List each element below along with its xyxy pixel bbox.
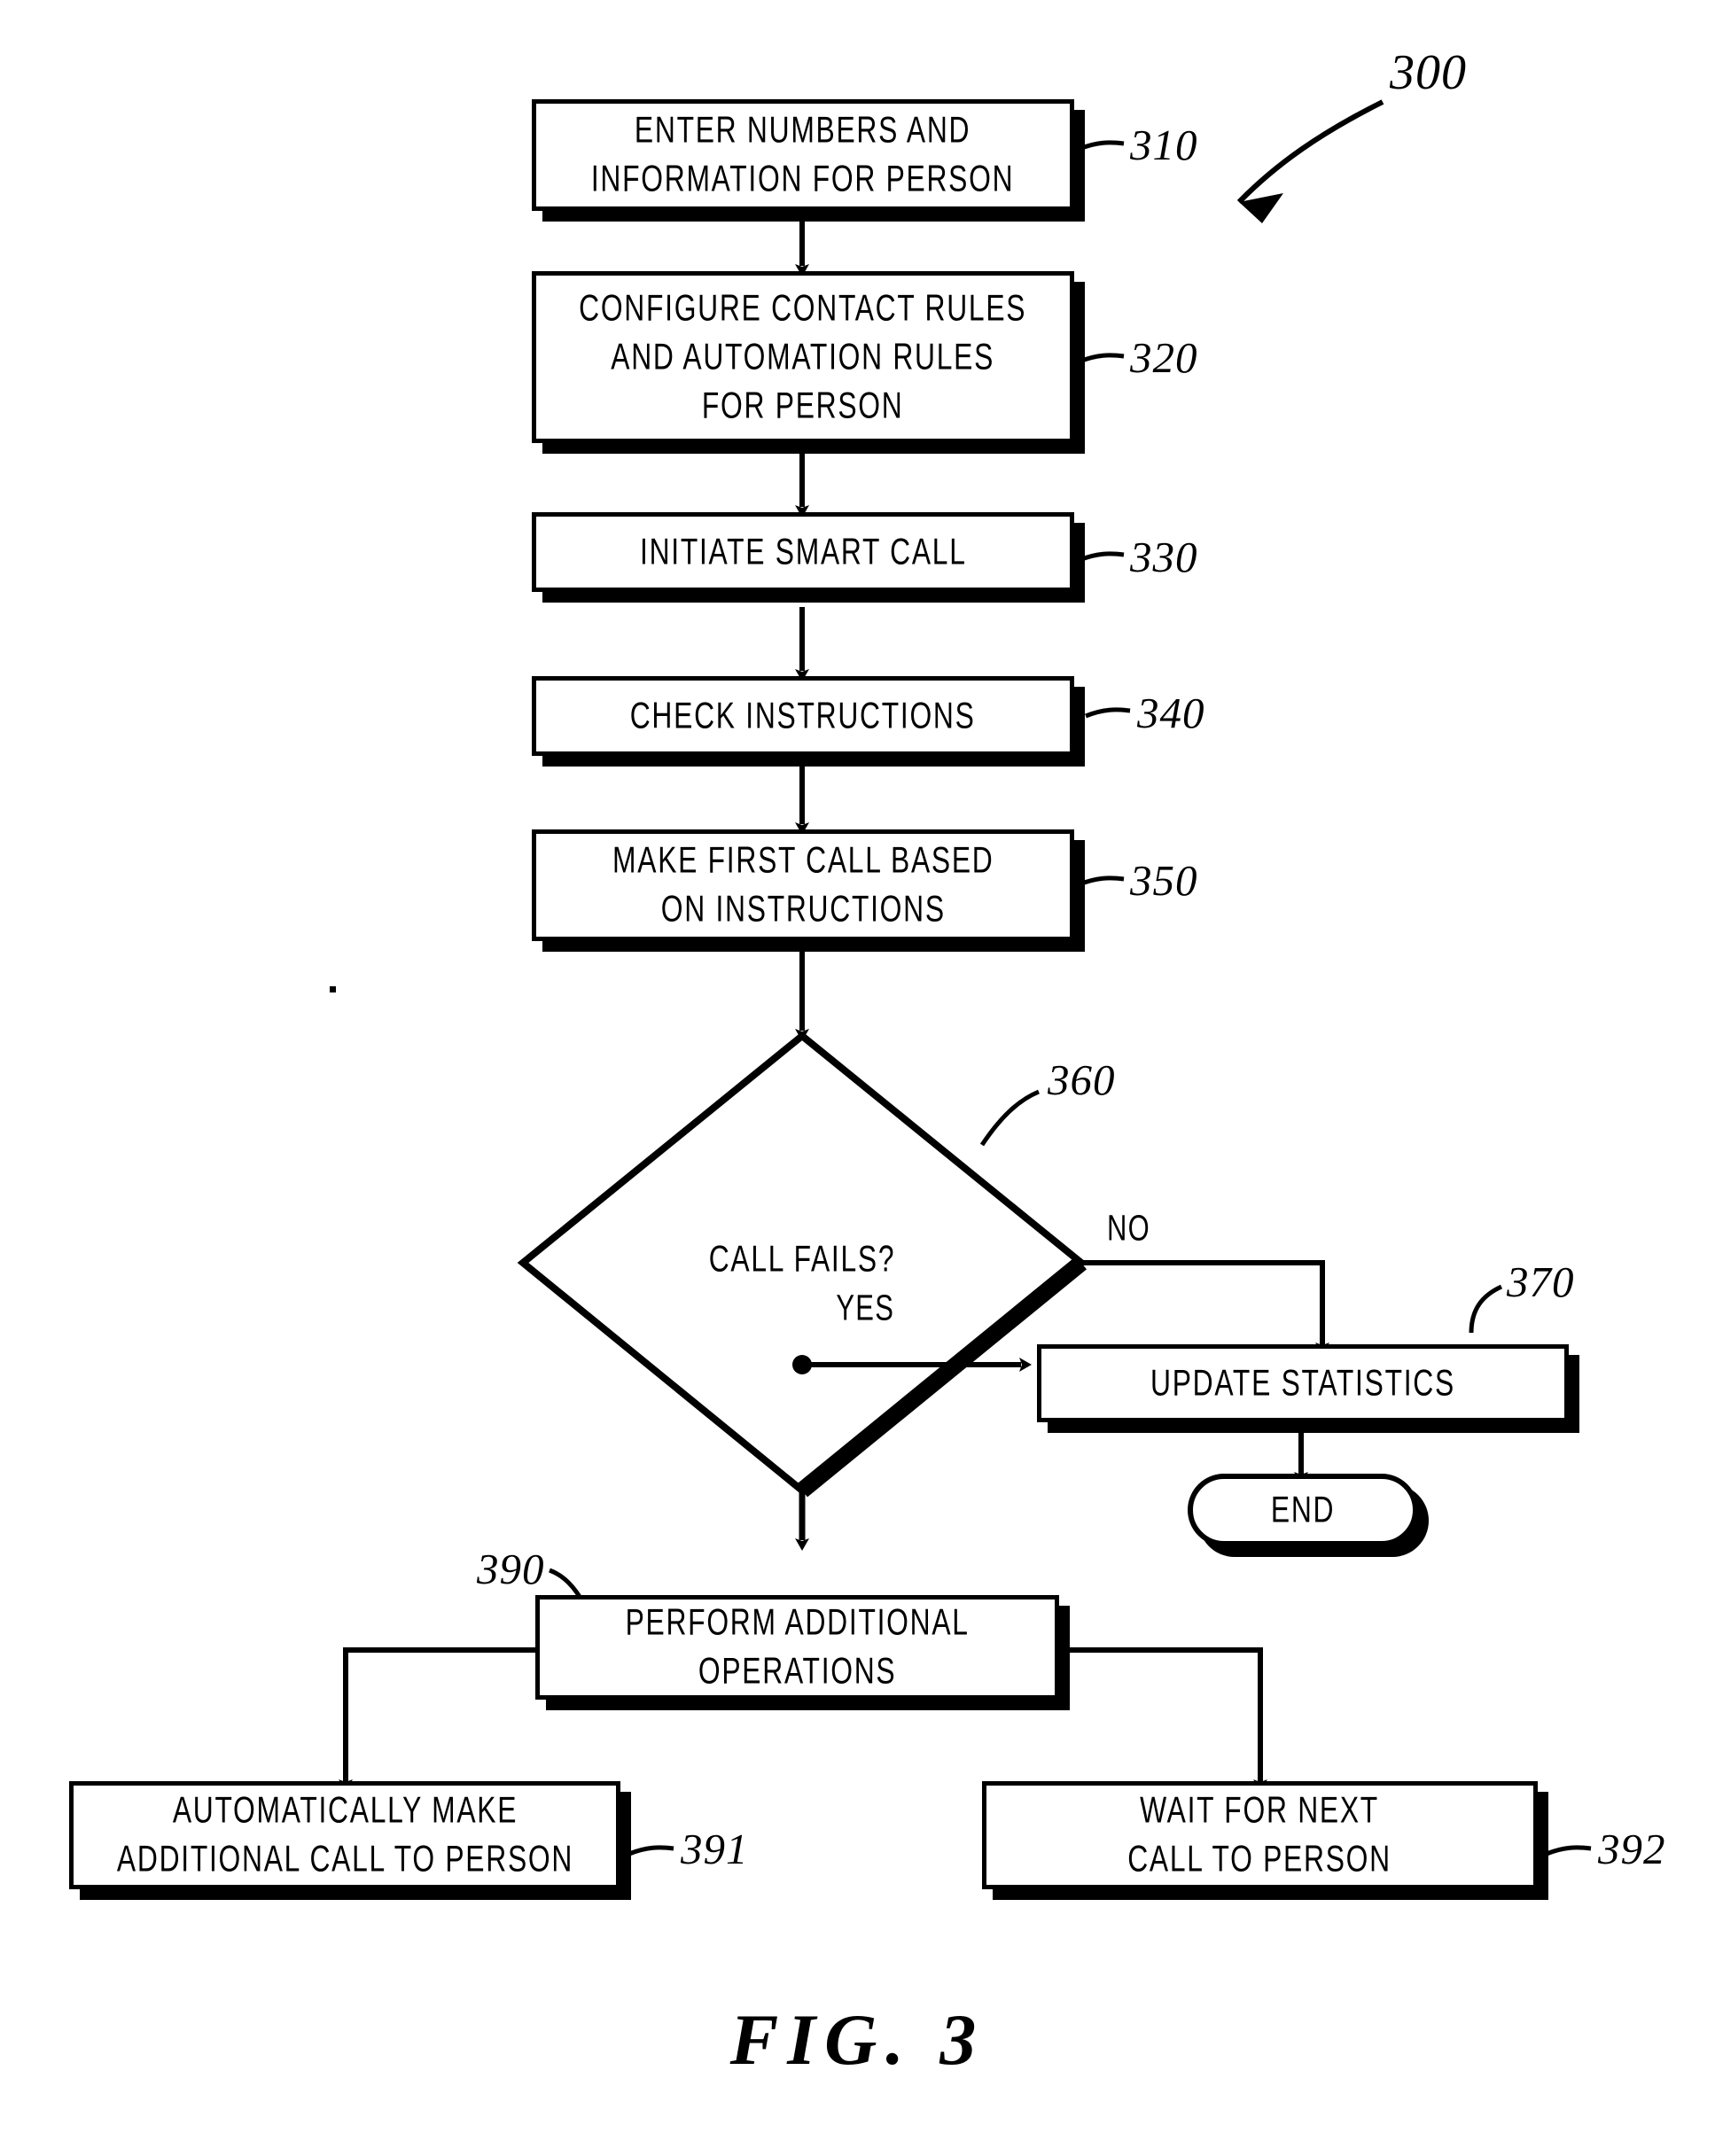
node-process-391[interactable]: AUTOMATICALLY MAKE ADDITIONAL CALL TO PE… xyxy=(69,1781,620,1889)
node-350-label: MAKE FIRST CALL BASED ON INSTRUCTIONS xyxy=(612,839,994,930)
edge-390-392 xyxy=(1070,1647,1267,1792)
leader-392 xyxy=(1546,1845,1592,1856)
leader-340 xyxy=(1085,707,1131,719)
refnum-350: 350 xyxy=(1130,856,1198,905)
node-340-label: CHECK INSTRUCTIONS xyxy=(630,695,976,736)
leader-350 xyxy=(1079,876,1125,887)
leader-320 xyxy=(1079,353,1125,364)
refnum-391: 391 xyxy=(681,1825,749,1873)
refnum-330: 330 xyxy=(1130,533,1198,581)
leader-370 xyxy=(1469,1284,1503,1334)
node-process-392[interactable]: WAIT FOR NEXT CALL TO PERSON xyxy=(982,1781,1538,1889)
edge-390-391 xyxy=(339,1647,535,1792)
node-390-label: PERFORM ADDITIONAL OPERATIONS xyxy=(625,1601,970,1692)
node-310-label: ENTER NUMBERS AND INFORMATION FOR PERSON xyxy=(591,109,1015,199)
refnum-392: 392 xyxy=(1598,1825,1666,1873)
refnum-370: 370 xyxy=(1507,1257,1575,1306)
figure-caption: FIG. 3 xyxy=(729,1999,986,2080)
refnum-320: 320 xyxy=(1130,333,1198,382)
node-320-label: CONFIGURE CONTACT RULES AND AUTOMATION R… xyxy=(579,287,1027,425)
refnum-310: 310 xyxy=(1130,121,1198,169)
node-process-390[interactable]: PERFORM ADDITIONAL OPERATIONS xyxy=(535,1595,1059,1700)
refnum-360: 360 xyxy=(1048,1055,1116,1104)
scan-speck xyxy=(330,986,336,992)
refnum-340: 340 xyxy=(1137,689,1205,737)
node-330-label: INITIATE SMART CALL xyxy=(639,531,967,572)
node-process-340[interactable]: CHECK INSTRUCTIONS xyxy=(532,676,1074,756)
leader-330 xyxy=(1079,551,1125,563)
node-process-370[interactable]: UPDATE STATISTICS xyxy=(1037,1344,1569,1422)
node-process-350[interactable]: MAKE FIRST CALL BASED ON INSTRUCTIONS xyxy=(532,829,1074,941)
leader-310 xyxy=(1079,140,1125,152)
patent-figure: ENTER NUMBERS AND INFORMATION FOR PERSON… xyxy=(0,0,1715,2156)
leader-300 xyxy=(1236,99,1384,205)
node-terminator-end[interactable]: END xyxy=(1188,1474,1418,1546)
refnum-390: 390 xyxy=(477,1545,545,1593)
node-391-label: AUTOMATICALLY MAKE ADDITIONAL CALL TO PE… xyxy=(116,1789,573,1880)
node-process-320[interactable]: CONFIGURE CONTACT RULES AND AUTOMATION R… xyxy=(532,271,1074,443)
edge-360-370-no xyxy=(1081,1260,1329,1355)
refnum-300: 300 xyxy=(1390,45,1467,100)
node-process-310[interactable]: ENTER NUMBERS AND INFORMATION FOR PERSON xyxy=(532,99,1074,211)
node-process-330[interactable]: INITIATE SMART CALL xyxy=(532,512,1074,592)
node-end-label: END xyxy=(1270,1489,1336,1530)
leader-360 xyxy=(979,1089,1040,1147)
node-392-label: WAIT FOR NEXT CALL TO PERSON xyxy=(1127,1789,1392,1880)
node-370-label: UPDATE STATISTICS xyxy=(1150,1362,1455,1403)
node-decision-360-label: CALL FAILS? xyxy=(708,1238,896,1280)
edge-label-no: NO xyxy=(1106,1207,1151,1249)
leader-391 xyxy=(628,1845,674,1856)
edge-label-yes: YES xyxy=(836,1287,895,1328)
